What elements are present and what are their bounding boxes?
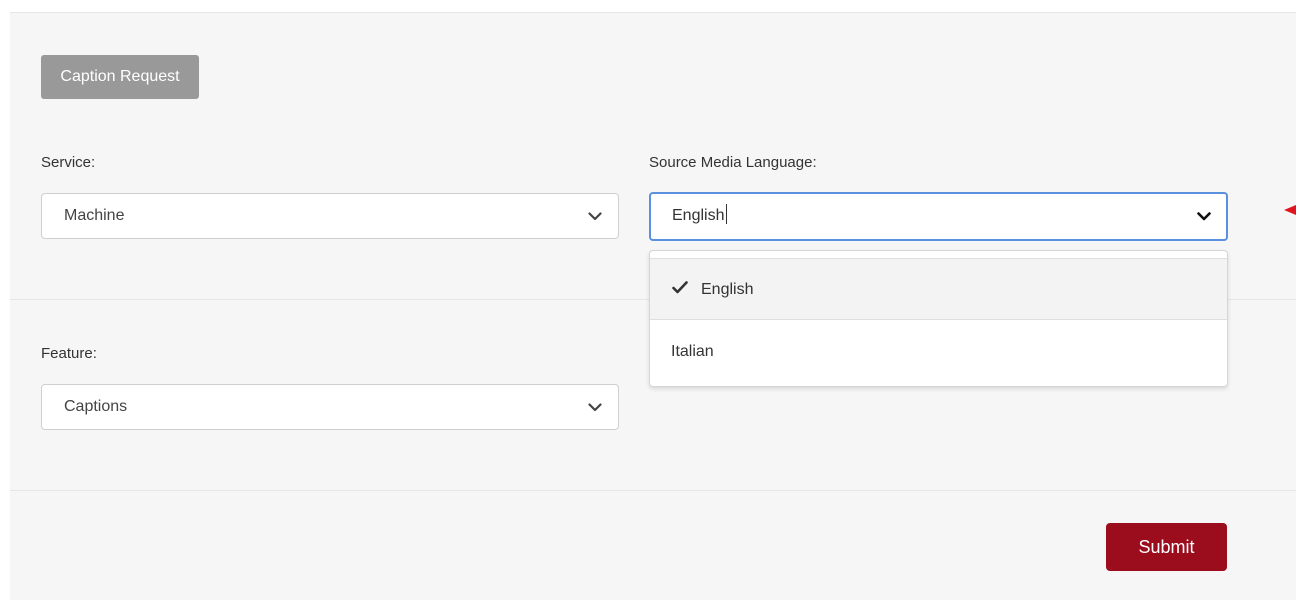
chevron-down-icon <box>586 194 604 238</box>
chevron-down-icon <box>1195 194 1213 239</box>
source-language-select[interactable]: English <box>649 192 1228 241</box>
red-arrow-icon <box>1284 205 1296 215</box>
section-divider <box>10 490 1296 491</box>
language-option-label: English <box>701 281 754 298</box>
service-label: Service: <box>41 154 96 171</box>
source-language-label: Source Media Language: <box>649 154 817 171</box>
chevron-down-icon <box>586 385 604 429</box>
feature-select[interactable]: Captions <box>41 384 619 430</box>
service-select[interactable]: Machine <box>41 193 619 239</box>
service-select-value: Machine <box>64 207 125 224</box>
feature-label: Feature: <box>41 345 97 362</box>
source-language-input[interactable]: English <box>672 194 728 238</box>
language-dropdown-menu: English Italian <box>649 250 1228 387</box>
language-option-english[interactable]: English <box>650 258 1227 320</box>
feature-select-value: Captions <box>64 398 128 415</box>
language-option-label: Italian <box>671 343 714 360</box>
language-option-italian[interactable]: Italian <box>650 321 1227 383</box>
text-cursor <box>726 203 728 224</box>
check-icon <box>672 281 688 299</box>
caption-request-badge: Caption Request <box>41 55 199 99</box>
submit-button[interactable]: Submit <box>1106 523 1227 571</box>
